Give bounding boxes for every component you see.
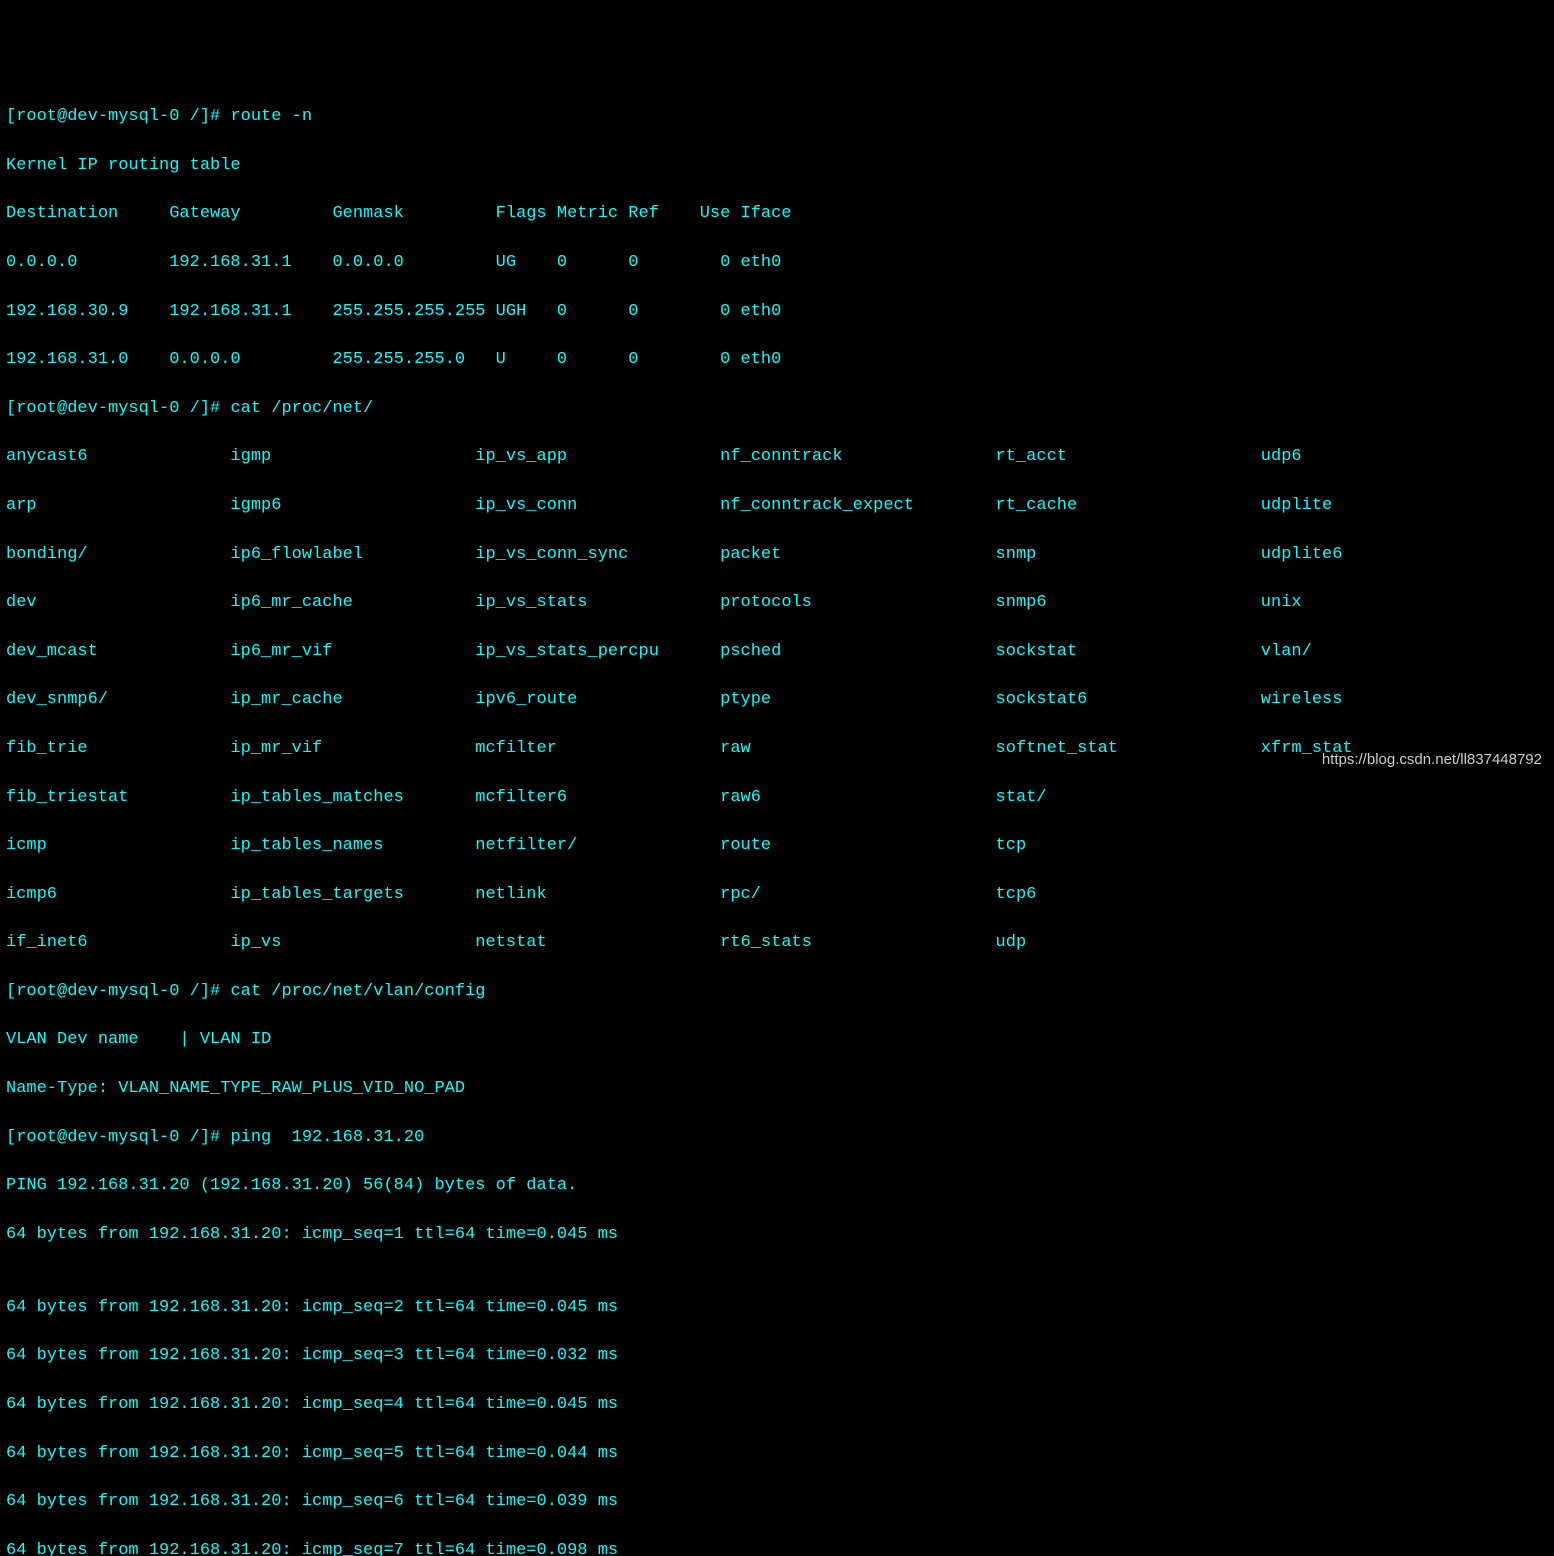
prompt-line-3: [root@dev-mysql-0 /]# cat /proc/net/vlan… [6,980,1548,1004]
vlan-output: VLAN Dev name | VLAN ID [6,1028,1548,1052]
prompt: [root@dev-mysql-0 /]# [6,982,230,1001]
ls-row: dev_mcast ip6_mr_vif ip_vs_stats_percpu … [6,640,1548,664]
prompt-line-2: [root@dev-mysql-0 /]# cat /proc/net/ [6,397,1548,421]
ping-header: PING 192.168.31.20 (192.168.31.20) 56(84… [6,1174,1548,1198]
ls-row: arp igmp6 ip_vs_conn nf_conntrack_expect… [6,494,1548,518]
route-row: 192.168.30.9 192.168.31.1 255.255.255.25… [6,300,1548,324]
ping-row: 64 bytes from 192.168.31.20: icmp_seq=1 … [6,1223,1548,1247]
watermark: https://blog.csdn.net/ll837448792 [1322,749,1542,770]
command: route -n [230,107,312,126]
ls-row: fib_triestat ip_tables_matches mcfilter6… [6,786,1548,810]
command: ping 192.168.31.20 [230,1128,424,1147]
route-columns: Destination Gateway Genmask Flags Metric… [6,202,1548,226]
vlan-output: Name-Type: VLAN_NAME_TYPE_RAW_PLUS_VID_N… [6,1077,1548,1101]
ls-row: dev_snmp6/ ip_mr_cache ipv6_route ptype … [6,688,1548,712]
ls-row: fib_trie ip_mr_vif mcfilter raw softnet_… [6,737,1548,761]
prompt: [root@dev-mysql-0 /]# [6,399,230,418]
route-row: 0.0.0.0 192.168.31.1 0.0.0.0 UG 0 0 0 et… [6,251,1548,275]
prompt-line-4: [root@dev-mysql-0 /]# ping 192.168.31.20 [6,1126,1548,1150]
prompt: [root@dev-mysql-0 /]# [6,107,230,126]
ls-row: icmp ip_tables_names netfilter/ route tc… [6,834,1548,858]
prompt: [root@dev-mysql-0 /]# [6,1128,230,1147]
ls-row: icmp6 ip_tables_targets netlink rpc/ tcp… [6,883,1548,907]
prompt-line-1: [root@dev-mysql-0 /]# route -n [6,105,1548,129]
ls-row: anycast6 igmp ip_vs_app nf_conntrack rt_… [6,445,1548,469]
ls-row: if_inet6 ip_vs netstat rt6_stats udp [6,931,1548,955]
ping-row: 64 bytes from 192.168.31.20: icmp_seq=5 … [6,1442,1548,1466]
ping-row: 64 bytes from 192.168.31.20: icmp_seq=4 … [6,1393,1548,1417]
command: cat /proc/net/vlan/config [230,982,485,1001]
ping-row: 64 bytes from 192.168.31.20: icmp_seq=7 … [6,1539,1548,1556]
route-row: 192.168.31.0 0.0.0.0 255.255.255.0 U 0 0… [6,348,1548,372]
ls-row: bonding/ ip6_flowlabel ip_vs_conn_sync p… [6,543,1548,567]
ping-row: 64 bytes from 192.168.31.20: icmp_seq=2 … [6,1296,1548,1320]
ping-row: 64 bytes from 192.168.31.20: icmp_seq=6 … [6,1490,1548,1514]
ls-row: dev ip6_mr_cache ip_vs_stats protocols s… [6,591,1548,615]
route-header: Kernel IP routing table [6,154,1548,178]
command: cat /proc/net/ [230,399,373,418]
ping-row: 64 bytes from 192.168.31.20: icmp_seq=3 … [6,1344,1548,1368]
